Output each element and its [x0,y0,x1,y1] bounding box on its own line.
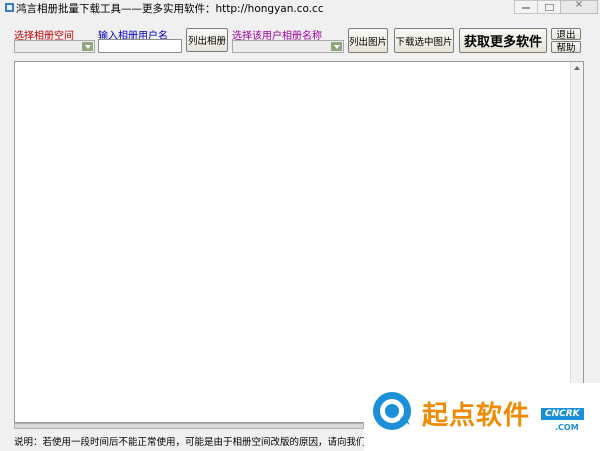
watermark-brand: 起点软件 [422,401,531,431]
watermark-badge: CNCRK [541,408,584,420]
status-text: 说明：若使用一段时间后不能正常使用，可能是由于相册空间改版的原因，请向我们反馈，… [14,437,364,448]
app-icon [5,3,14,12]
list-albums-button[interactable]: 列出相册 [186,28,228,52]
minimize-icon [522,7,530,9]
window-title: 鸿言相册批量下载工具——更多实用软件：http://hongyan.co.cc [16,3,324,15]
window-controls: × [514,0,598,14]
vertical-scrollbar[interactable] [570,62,583,422]
space-select[interactable] [14,40,95,53]
watermark-domain: .COM [555,423,579,432]
help-button[interactable]: 帮助 [551,41,581,54]
arrow-up-icon[interactable] [574,66,580,70]
chevron-down-icon [82,42,93,51]
maximize-icon [545,4,554,11]
username-input[interactable] [98,39,182,53]
close-icon: × [574,0,584,10]
watermark: 起点软件 CNCRK .COM [364,383,600,451]
horizontal-scrollbar[interactable] [14,423,364,429]
maximize-button[interactable] [537,0,561,14]
close-button[interactable]: × [560,0,598,14]
album-select[interactable] [232,40,344,53]
list-images-button[interactable]: 列出图片 [348,28,388,53]
exit-button[interactable]: 退出 [551,28,581,41]
chevron-down-icon [331,42,342,51]
title-bar: 鸿言相册批量下载工具——更多实用软件：http://hongyan.co.cc … [0,0,600,16]
cncrk-logo [373,392,411,430]
get-more-software-button[interactable]: 获取更多软件 [459,28,547,53]
image-list[interactable] [14,61,584,423]
minimize-button[interactable] [514,0,538,14]
download-selected-button[interactable]: 下载选中图片 [394,28,454,53]
